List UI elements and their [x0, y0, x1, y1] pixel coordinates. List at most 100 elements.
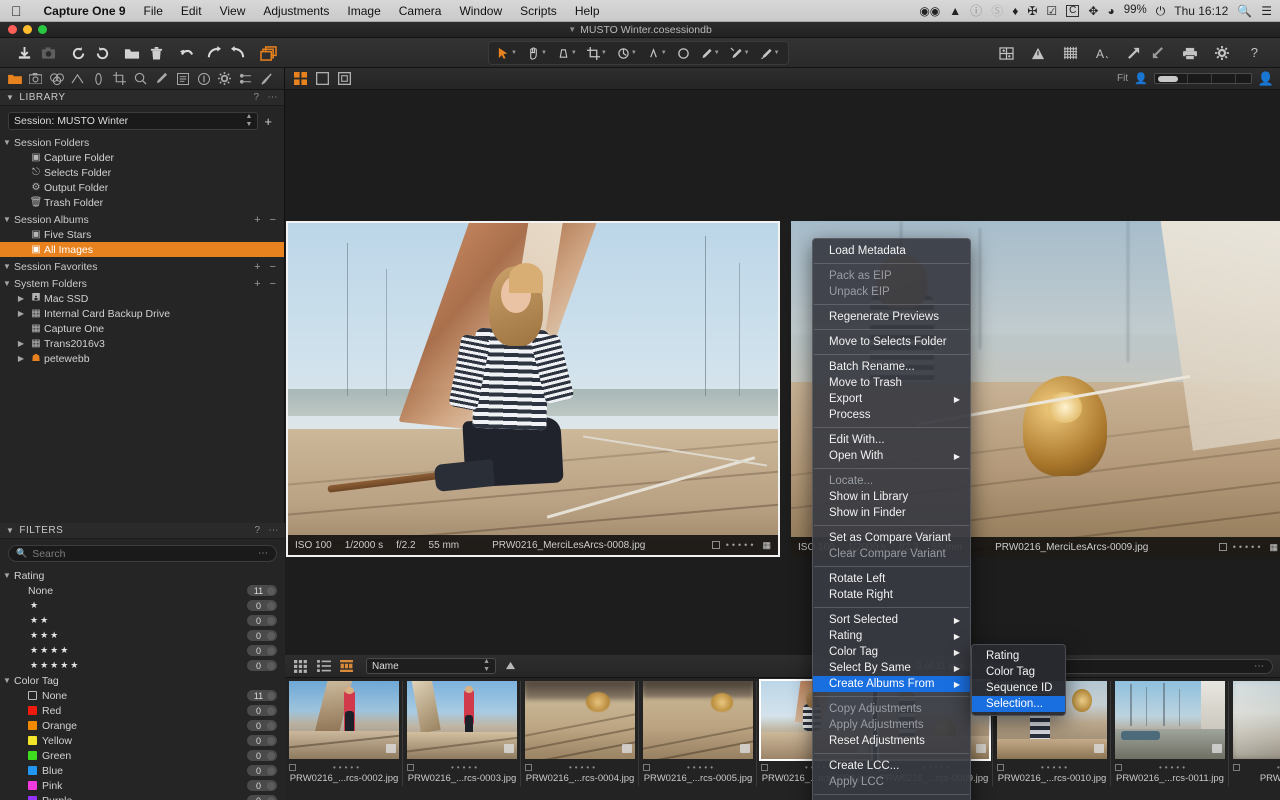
submenu-item-sequence-id[interactable]: Sequence ID: [972, 680, 1065, 696]
menu-item-reset-adjustments[interactable]: Reset Adjustments: [813, 733, 970, 749]
variants-icon[interactable]: [256, 41, 280, 65]
pan-tool[interactable]: ▼: [522, 43, 552, 63]
tree-item-trans2016v3[interactable]: ▶ ▦ Trans2016v3: [0, 336, 284, 351]
preferences-icon[interactable]: [1210, 41, 1234, 65]
color-tag-checkbox[interactable]: [525, 763, 532, 771]
zoom-button[interactable]: [38, 25, 47, 34]
filter-rating-5[interactable]: ★★★★★ 0: [0, 658, 285, 673]
action-menu-icon[interactable]: ⋯: [268, 92, 279, 103]
redo-forward-icon[interactable]: [226, 41, 250, 65]
filter-group-color-tag[interactable]: ▼ Color Tag: [0, 673, 285, 688]
color-tag-checkbox[interactable]: [997, 763, 1004, 771]
color-tag-checkbox[interactable]: [761, 763, 768, 771]
options-icon[interactable]: ⋯: [1254, 661, 1265, 672]
mask-tool[interactable]: [672, 43, 695, 63]
add-album-button[interactable]: +: [254, 214, 260, 226]
menu-item-show-in-finder[interactable]: Show in Finder: [813, 505, 970, 521]
list-view-icon[interactable]: [315, 658, 332, 674]
list-item[interactable]: ••••• PRW0216_...rcs-0005.jpg: [639, 678, 757, 800]
menu-item-open-with[interactable]: Open With ▶: [813, 448, 970, 464]
erase-mask-tool[interactable]: ▼: [725, 43, 755, 63]
tree-item-mac-ssd[interactable]: ▶ 🖪 Mac SSD: [0, 291, 284, 306]
menu-item-adjustments[interactable]: Adjustments: [254, 4, 338, 18]
menu-item-edit-with[interactable]: Edit With...: [813, 432, 970, 448]
notification-center-icon[interactable]: ☰: [1261, 5, 1272, 17]
menu-item-regenerate-previews[interactable]: Regenerate Previews: [813, 309, 970, 325]
tree-item-capture-folder[interactable]: ▣ Capture Folder: [0, 150, 284, 165]
star-rating-dots[interactable]: •••••: [1159, 763, 1188, 772]
filter-color-orange[interactable]: Orange 0: [0, 718, 285, 733]
chevron-down-icon[interactable]: ▼: [0, 262, 14, 271]
add-system-folder-button[interactable]: +: [254, 278, 260, 290]
filter-color-green[interactable]: Green 0: [0, 748, 285, 763]
sort-ascending-icon[interactable]: [502, 658, 519, 674]
capture-tab[interactable]: [25, 69, 46, 89]
import-arrow-icon[interactable]: [1146, 41, 1170, 65]
add-favorite-button[interactable]: +: [254, 261, 260, 273]
spotlight-search-icon[interactable]: 🔍: [1237, 5, 1252, 17]
filter-color-yellow[interactable]: Yellow 0: [0, 733, 285, 748]
pointer-tool[interactable]: ▼: [492, 43, 522, 63]
wifi-icon[interactable]: ◕: [1107, 5, 1114, 17]
filmstrip-view-icon[interactable]: [338, 658, 355, 674]
color-tag-checkbox[interactable]: [289, 763, 296, 771]
crop-tool[interactable]: ▼: [582, 43, 612, 63]
menu-item-select-by-same[interactable]: Select By Same ▶: [813, 660, 970, 676]
chevron-right-icon[interactable]: ▶: [14, 354, 28, 363]
close-button[interactable]: [8, 25, 17, 34]
chevron-down-icon[interactable]: ▼: [0, 279, 14, 288]
filter-color-red[interactable]: Red 0: [0, 703, 285, 718]
tree-group-session-favorites[interactable]: ▼ Session Favorites + −: [0, 259, 284, 274]
star-rating-dots[interactable]: •••••: [726, 540, 757, 550]
apple-icon[interactable]: : [0, 4, 35, 18]
menu-item-rating[interactable]: Rating ▶: [813, 628, 970, 644]
tree-item-capture-one[interactable]: ▦ Capture One: [0, 321, 284, 336]
color-tag-checkbox[interactable]: [643, 763, 650, 771]
rotate-left-icon[interactable]: [66, 41, 90, 65]
list-item[interactable]: ••••• PRW0216_...rcs-0004.jpg: [521, 678, 639, 800]
menu-item-window[interactable]: Window: [450, 4, 511, 18]
import-icon[interactable]: [12, 41, 36, 65]
viewer-image-primary[interactable]: ISO 100 1/2000 s f/2.2 55 mm PRW0216_Mer…: [286, 221, 780, 557]
help-icon[interactable]: ?: [1242, 41, 1266, 65]
menu-item-capture-one[interactable]: Capture One 9: [35, 4, 135, 18]
at-circle-icon[interactable]: Ⓢ: [991, 5, 1003, 17]
tree-item-petewebb[interactable]: ▶ ☗ petewebb: [0, 351, 284, 366]
chevron-down-icon[interactable]: ▼: [0, 138, 14, 147]
menu-item-rotate-left[interactable]: Rotate Left: [813, 571, 970, 587]
filter-color-blue[interactable]: Blue 0: [0, 763, 285, 778]
chevron-down-icon[interactable]: ▼: [0, 215, 14, 224]
filter-rating-2[interactable]: ★★ 0: [0, 613, 285, 628]
menu-item-help[interactable]: Help: [566, 4, 609, 18]
options-icon[interactable]: ⋯: [258, 548, 269, 559]
tree-item-selects-folder[interactable]: ⎋ Selects Folder: [0, 165, 284, 180]
remove-system-folder-button[interactable]: −: [270, 278, 276, 290]
filters-section-header[interactable]: ▼ FILTERS ? ⋯: [0, 523, 285, 539]
filter-color-none[interactable]: None 11: [0, 688, 285, 703]
chevron-down-icon[interactable]: ▼: [0, 571, 14, 580]
tree-group-system-folders[interactable]: ▼ System Folders + −: [0, 276, 284, 291]
rotate-tool[interactable]: ▼: [612, 43, 642, 63]
chevron-down-icon[interactable]: ▼: [6, 93, 14, 102]
proof-view-icon[interactable]: [335, 71, 353, 87]
submenu-item-rating[interactable]: Rating: [972, 648, 1065, 664]
menu-item-batch-rename[interactable]: Batch Rename...: [813, 359, 970, 375]
menu-item-show-in-library[interactable]: Show in Library: [813, 489, 970, 505]
menu-item-image[interactable]: Image: [338, 4, 389, 18]
filter-rating-4[interactable]: ★★★★ 0: [0, 643, 285, 658]
list-item[interactable]: ••••• PRW0216_...rcs-0002.jpg: [285, 678, 403, 800]
metadata-tab[interactable]: [172, 69, 193, 89]
chevron-right-icon[interactable]: ▶: [14, 309, 28, 318]
dropbox-icon[interactable]: ◉◉: [919, 5, 940, 17]
composition-tab[interactable]: [109, 69, 130, 89]
list-item[interactable]: ••••• PRW0216_...rcs-0011.jpg: [1111, 678, 1229, 800]
filter-rating-3[interactable]: ★★★ 0: [0, 628, 285, 643]
menu-item-color-tag[interactable]: Color Tag ▶: [813, 644, 970, 660]
help-icon[interactable]: ?: [254, 525, 260, 536]
text-icon[interactable]: A: [1090, 41, 1114, 65]
grid-view-icon[interactable]: [292, 658, 309, 674]
tree-item-internal-card-backup-drive[interactable]: ▶ ▦ Internal Card Backup Drive: [0, 306, 284, 321]
submenu-item-selection[interactable]: Selection...: [972, 696, 1065, 712]
menu-item-export[interactable]: Export ▶: [813, 391, 970, 407]
custom-tab[interactable]: [256, 69, 277, 89]
